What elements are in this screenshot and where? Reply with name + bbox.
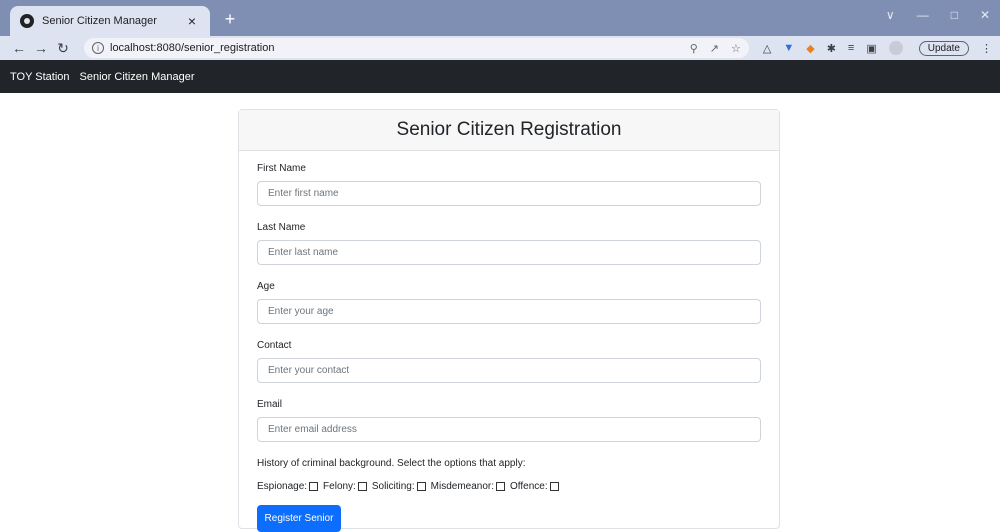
form-title: Senior Citizen Registration: [239, 110, 779, 151]
felony-option: Felony:: [323, 481, 367, 492]
window-controls: ∨ — □ ✕: [886, 8, 990, 22]
url-text: localhost:8080/senior_registration: [110, 42, 275, 54]
browser-tabbar: Senior Citizen Manager × + ∨ — □ ✕: [0, 0, 1000, 36]
tab-title: Senior Citizen Manager: [42, 15, 157, 27]
registration-form: First Name Last Name Age Contact Email H…: [239, 151, 779, 532]
email-field-wrap: [257, 417, 761, 442]
age-field-wrap: [257, 299, 761, 324]
criminal-history-note: History of criminal background. Select t…: [257, 458, 526, 469]
address-bar[interactable]: i localhost:8080/senior_registration ⚲ ↗…: [84, 38, 749, 58]
first-name-label: First Name: [257, 163, 306, 174]
nav-link-senior-manager[interactable]: Senior Citizen Manager: [80, 71, 195, 83]
offence-checkbox[interactable]: [549, 482, 559, 491]
close-tab-icon[interactable]: ×: [184, 13, 200, 29]
email-input[interactable]: [258, 418, 760, 441]
soliciting-option: Soliciting:: [372, 481, 426, 492]
app-navbar: TOY Station Senior Citizen Manager: [0, 60, 1000, 93]
forward-icon[interactable]: →: [30, 40, 52, 56]
misdemeanor-option: Misdemeanor:: [430, 481, 506, 492]
zoom-icon[interactable]: ⚲: [690, 42, 698, 55]
felony-label: Felony:: [323, 481, 356, 492]
contact-field-wrap: [257, 358, 761, 383]
soliciting-checkbox[interactable]: [416, 482, 426, 491]
register-senior-button[interactable]: Register Senior: [257, 505, 341, 532]
profile-avatar-icon[interactable]: [888, 41, 903, 55]
vpn-icon[interactable]: ▼: [783, 42, 794, 54]
espionage-label: Espionage:: [257, 481, 308, 492]
chevron-down-icon[interactable]: ∨: [886, 8, 895, 22]
misdemeanor-label: Misdemeanor:: [430, 481, 495, 492]
last-name-label: Last Name: [257, 222, 306, 233]
contact-input[interactable]: [258, 359, 760, 382]
last-name-input[interactable]: [258, 241, 760, 264]
espionage-checkbox[interactable]: [309, 482, 319, 491]
menu-kebab-icon[interactable]: ⋮: [981, 42, 992, 55]
tab-favicon-icon: [20, 14, 34, 28]
browser-toolbar: ← → ↻ i localhost:8080/senior_registrati…: [0, 36, 1000, 60]
offence-label: Offence:: [510, 481, 548, 492]
age-label: Age: [257, 281, 275, 292]
soliciting-label: Soliciting:: [371, 481, 415, 492]
reading-list-icon[interactable]: ≡: [848, 42, 854, 54]
metamask-icon[interactable]: ◆: [806, 42, 814, 55]
back-icon[interactable]: ←: [8, 40, 30, 56]
registration-card: Senior Citizen Registration First Name L…: [238, 109, 780, 532]
first-name-field-wrap: [257, 181, 761, 206]
drive-icon[interactable]: △: [763, 42, 771, 55]
last-name-field-wrap: [257, 240, 761, 265]
reload-icon[interactable]: ↻: [52, 40, 74, 57]
criminal-history-checkboxes: Espionage: Felony: Soliciting: Misdemean…: [257, 481, 761, 492]
age-input[interactable]: [258, 300, 760, 323]
browser-tab[interactable]: Senior Citizen Manager ×: [10, 6, 210, 36]
new-tab-button[interactable]: +: [220, 9, 240, 30]
bookmark-star-icon[interactable]: ☆: [731, 42, 741, 55]
share-icon[interactable]: ↗: [710, 42, 719, 55]
contact-label: Contact: [257, 340, 292, 351]
espionage-option: Espionage:: [257, 481, 319, 492]
update-button[interactable]: Update: [918, 40, 969, 56]
first-name-input[interactable]: [258, 182, 760, 205]
minimize-icon[interactable]: —: [917, 8, 929, 22]
extensions-puzzle-icon[interactable]: ✱: [827, 42, 836, 55]
side-panel-icon[interactable]: ▣: [866, 42, 876, 55]
email-label: Email: [257, 399, 283, 410]
offence-option: Offence:: [510, 481, 559, 492]
extensions-area: △ ▼ ◆ ✱ ≡ ▣ Update ⋮: [763, 40, 992, 56]
restore-icon[interactable]: □: [951, 8, 958, 22]
close-window-icon[interactable]: ✕: [980, 8, 990, 22]
felony-checkbox[interactable]: [357, 482, 367, 491]
info-icon[interactable]: i: [92, 42, 104, 54]
navbar-brand[interactable]: TOY Station: [10, 71, 70, 83]
misdemeanor-checkbox[interactable]: [496, 482, 506, 491]
